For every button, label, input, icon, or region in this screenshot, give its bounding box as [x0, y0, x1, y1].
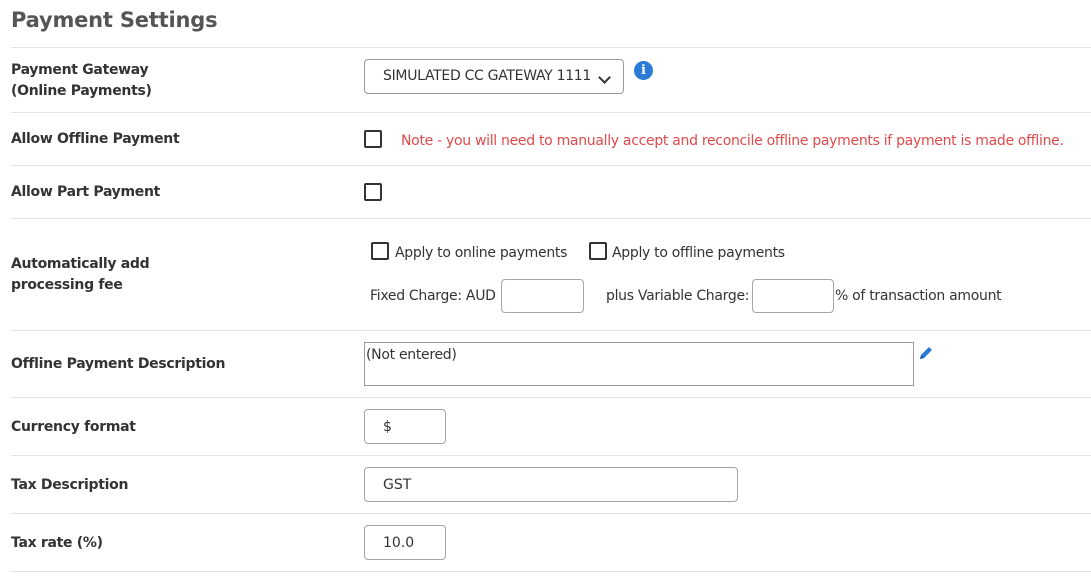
part-payment-checkbox[interactable]: [364, 183, 382, 201]
chevron-down-icon: [598, 71, 611, 84]
gateway-label: Payment Gateway (Online Payments): [11, 60, 152, 102]
apply-online-label: Apply to online payments: [395, 245, 568, 261]
divider: [11, 165, 1091, 166]
variable-charge-label: plus Variable Charge:: [606, 288, 750, 304]
divider: [11, 455, 1091, 456]
currency-format-input[interactable]: [364, 409, 446, 444]
tax-rate-label: Tax rate (%): [11, 535, 103, 551]
processing-fee-label-line1: Automatically add: [11, 256, 150, 272]
apply-online-checkbox[interactable]: [371, 242, 389, 260]
gateway-label-line2: (Online Payments): [11, 83, 152, 99]
processing-fee-label-line2: processing fee: [11, 277, 123, 293]
divider: [11, 47, 1091, 48]
offline-payment-note: Note - you will need to manually accept …: [401, 133, 1064, 149]
offline-description-label: Offline Payment Description: [11, 356, 226, 372]
fixed-charge-label: Fixed Charge: AUD: [370, 288, 496, 304]
gateway-label-line1: Payment Gateway: [11, 62, 149, 78]
divider: [11, 513, 1091, 514]
offline-payment-label: Allow Offline Payment: [11, 131, 180, 147]
divider: [11, 571, 1091, 572]
part-payment-label: Allow Part Payment: [11, 184, 161, 200]
tax-description-label: Tax Description: [11, 477, 129, 493]
payment-gateway-select[interactable]: SIMULATED CC GATEWAY 1111: [364, 59, 624, 94]
offline-description-field[interactable]: (Not entered): [364, 342, 914, 386]
pencil-icon[interactable]: [918, 345, 934, 361]
divider: [11, 218, 1091, 219]
divider: [11, 112, 1091, 113]
tax-description-input[interactable]: [364, 467, 738, 502]
info-icon[interactable]: i: [634, 61, 653, 80]
offline-payment-checkbox[interactable]: [364, 130, 382, 148]
processing-fee-label: Automatically add processing fee: [11, 254, 150, 296]
divider: [11, 330, 1091, 331]
apply-offline-label: Apply to offline payments: [612, 245, 785, 261]
divider: [11, 397, 1091, 398]
variable-charge-suffix: % of transaction amount: [835, 288, 1002, 304]
page-title: Payment Settings: [11, 8, 218, 32]
apply-offline-checkbox[interactable]: [589, 242, 607, 260]
currency-format-label: Currency format: [11, 419, 136, 435]
fixed-charge-input[interactable]: [501, 279, 584, 313]
tax-rate-input[interactable]: [364, 525, 446, 560]
payment-gateway-selected: SIMULATED CC GATEWAY 1111: [383, 68, 592, 84]
offline-description-value: (Not entered): [366, 347, 457, 363]
variable-charge-input[interactable]: [752, 279, 834, 313]
